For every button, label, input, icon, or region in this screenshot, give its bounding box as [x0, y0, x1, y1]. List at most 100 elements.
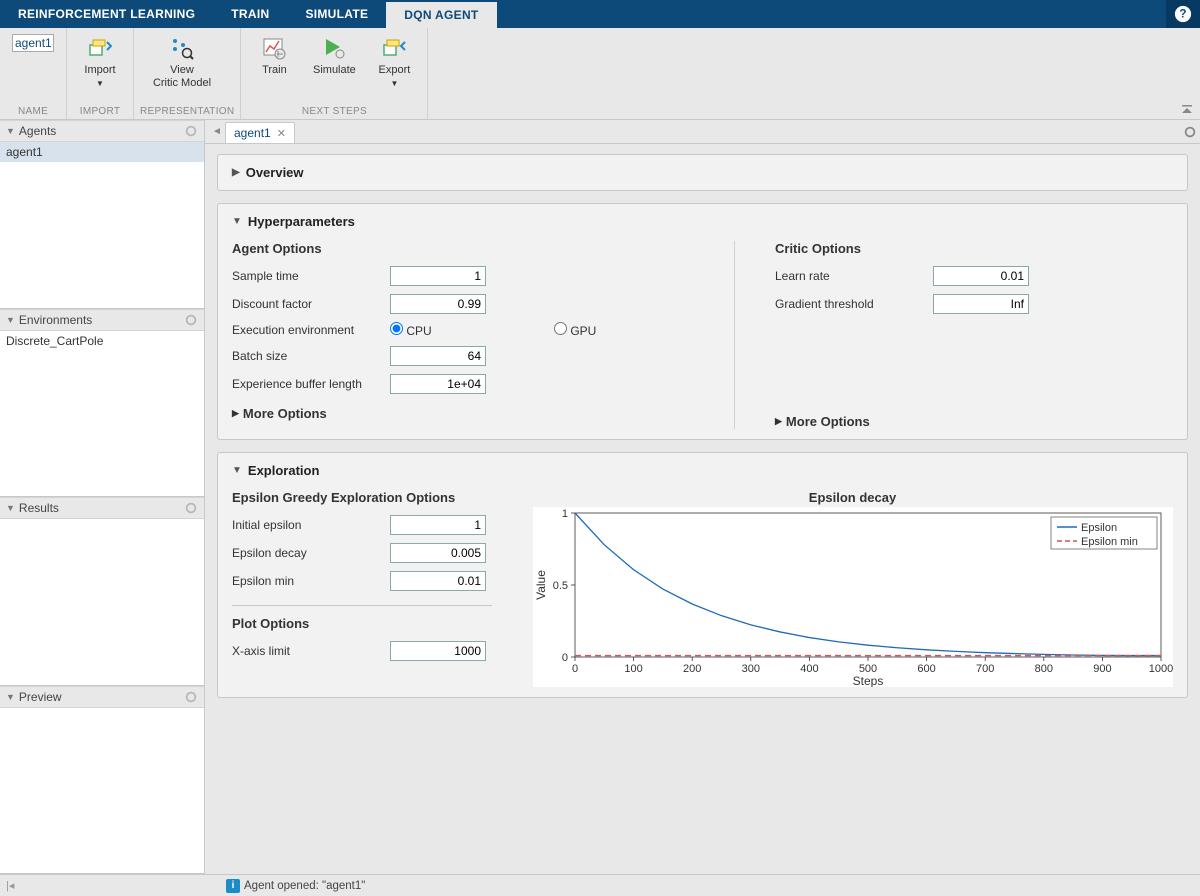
import-label: Import	[84, 64, 115, 76]
simulate-label: Simulate	[313, 64, 356, 77]
svg-text:1000: 1000	[1148, 663, 1172, 675]
chart-title: Epsilon decay	[532, 490, 1173, 505]
panel-options-icon[interactable]	[184, 124, 198, 138]
panel-header-environments[interactable]: ▼Environments	[0, 309, 204, 331]
simulate-button[interactable]: Simulate	[307, 34, 361, 79]
overview-header[interactable]: ▶ Overview	[232, 165, 1173, 180]
epsilon-decay-chart: Epsilon decay 01002003004005006007008009…	[532, 490, 1173, 687]
ribbon-group-representation: ViewCritic Model REPRESENTATION	[134, 28, 241, 119]
panel-results: ▼ Results	[0, 497, 204, 686]
agent-list-item[interactable]: agent1	[0, 142, 204, 162]
epsilon-decay-input[interactable]	[390, 543, 486, 563]
sample-time-input[interactable]	[390, 266, 486, 286]
learn-rate-input[interactable]	[933, 266, 1029, 286]
import-button[interactable]: Import▼	[73, 34, 127, 92]
ribbon-collapse-toggle[interactable]	[1178, 103, 1196, 117]
gradient-threshold-label: Gradient threshold	[775, 297, 925, 311]
svg-text:0: 0	[571, 663, 577, 675]
epsilon-min-input[interactable]	[390, 571, 486, 591]
tab-simulate[interactable]: SIMULATE	[287, 0, 386, 28]
svg-text:Epsilon min: Epsilon min	[1081, 536, 1138, 548]
panel-header-preview[interactable]: ▼Preview	[0, 686, 204, 708]
train-label: Train	[262, 64, 287, 77]
view-critic-model-button[interactable]: ViewCritic Model	[140, 34, 224, 92]
epsilon-decay-label: Epsilon decay	[232, 546, 382, 560]
train-button[interactable]: Train	[247, 34, 301, 79]
gradient-threshold-input[interactable]	[933, 294, 1029, 314]
xaxis-limit-label: X-axis limit	[232, 644, 382, 658]
panel-options-icon[interactable]	[184, 690, 198, 704]
svg-text:?: ?	[1179, 8, 1186, 21]
sidebar-collapse-handle[interactable]: |◂	[6, 879, 26, 892]
batch-size-label: Batch size	[232, 349, 382, 363]
epsilon-greedy-heading: Epsilon Greedy Exploration Options	[232, 490, 492, 505]
environment-list-item[interactable]: Discrete_CartPole	[0, 331, 204, 351]
svg-text:600: 600	[917, 663, 935, 675]
svg-text:0: 0	[561, 652, 567, 664]
panel-title: Environments	[19, 313, 180, 327]
panel-options-icon[interactable]	[184, 501, 198, 515]
exploration-title: Exploration	[248, 463, 320, 478]
svg-text:Epsilon: Epsilon	[1081, 522, 1117, 534]
help-button[interactable]: ?	[1166, 0, 1200, 28]
close-tab-icon[interactable]: ✕	[277, 127, 286, 140]
status-bar: |◂ i Agent opened: "agent1"	[0, 874, 1200, 896]
ribbon: NAME Import▼ IMPORT ViewCritic Model REP…	[0, 28, 1200, 120]
overview-title: Overview	[246, 165, 304, 180]
critic-more-options[interactable]: ▶More Options	[775, 414, 1055, 429]
ribbon-group-label: REPRESENTATION	[140, 104, 234, 119]
svg-text:100: 100	[624, 663, 642, 675]
collapse-caret-icon: ▼	[232, 216, 242, 227]
tab-scroll-left[interactable]: ◄	[209, 120, 225, 143]
batch-size-input[interactable]	[390, 346, 486, 366]
panel-environments: ▼Environments Discrete_CartPole	[0, 309, 204, 498]
svg-text:700: 700	[976, 663, 994, 675]
learn-rate-label: Learn rate	[775, 269, 925, 283]
export-button[interactable]: Export▼	[367, 34, 421, 92]
tab-rl[interactable]: REINFORCEMENT LEARNING	[0, 0, 213, 28]
agent-name-field[interactable]	[12, 34, 54, 52]
xaxis-limit-input[interactable]	[390, 641, 486, 661]
hyperparameters-header[interactable]: ▼Hyperparameters	[232, 214, 1173, 229]
expand-caret-icon: ▶	[232, 167, 240, 178]
agent-options-column: Agent Options Sample time Discount facto…	[232, 241, 735, 429]
doc-tab-agent1[interactable]: agent1✕	[225, 122, 295, 143]
initial-epsilon-input[interactable]	[390, 515, 486, 535]
buffer-length-input[interactable]	[390, 374, 486, 394]
tab-dqn-agent[interactable]: DQN AGENT	[386, 0, 496, 28]
panel-header-results[interactable]: ▼ Results	[0, 497, 204, 519]
panel-title: Results	[19, 501, 180, 515]
svg-text:800: 800	[1034, 663, 1052, 675]
expand-caret-icon: ▶	[232, 408, 239, 419]
svg-text:Steps: Steps	[852, 674, 883, 687]
panel-header-agents[interactable]: ▼Agents	[0, 120, 204, 142]
exploration-options-column: Epsilon Greedy Exploration Options Initi…	[232, 490, 492, 687]
discount-factor-input[interactable]	[390, 294, 486, 314]
ribbon-group-label: IMPORT	[73, 104, 127, 119]
dropdown-caret-icon: ▼	[390, 79, 398, 88]
collapse-caret-icon: ▼	[232, 465, 242, 476]
ribbon-group-next-steps: Train Simulate Export▼ NEXT STEPS	[241, 28, 428, 119]
panel-options-icon[interactable]	[184, 313, 198, 327]
discount-factor-label: Discount factor	[232, 297, 382, 311]
svg-text:300: 300	[741, 663, 759, 675]
document-tabs: ◄ agent1✕	[205, 120, 1200, 144]
collapse-caret-icon: ▼	[6, 503, 15, 513]
svg-text:1: 1	[561, 508, 567, 520]
overview-card: ▶ Overview	[217, 154, 1188, 191]
exec-env-gpu-radio[interactable]: GPU	[554, 322, 704, 338]
exploration-header[interactable]: ▼ Exploration	[232, 463, 1173, 478]
doc-tabs-options-icon[interactable]	[1180, 120, 1200, 143]
epsilon-min-label: Epsilon min	[232, 574, 382, 588]
svg-text:200: 200	[683, 663, 701, 675]
app-tabbar: REINFORCEMENT LEARNING TRAIN SIMULATE DQ…	[0, 0, 1200, 28]
tab-train[interactable]: TRAIN	[213, 0, 287, 28]
critic-options-column: Critic Options Learn rate Gradient thres…	[775, 241, 1055, 429]
agent-options-heading: Agent Options	[232, 241, 704, 256]
agent-more-options[interactable]: ▶More Options	[232, 406, 704, 421]
agent-editor-scroll[interactable]: ▶ Overview ▼Hyperparameters Agent Options…	[205, 144, 1200, 874]
exec-env-cpu-radio[interactable]: CPU	[390, 322, 540, 338]
hyperparameters-card: ▼Hyperparameters Agent Options Sample ti…	[217, 203, 1188, 440]
initial-epsilon-label: Initial epsilon	[232, 518, 382, 532]
ribbon-group-label: NAME	[6, 104, 60, 119]
